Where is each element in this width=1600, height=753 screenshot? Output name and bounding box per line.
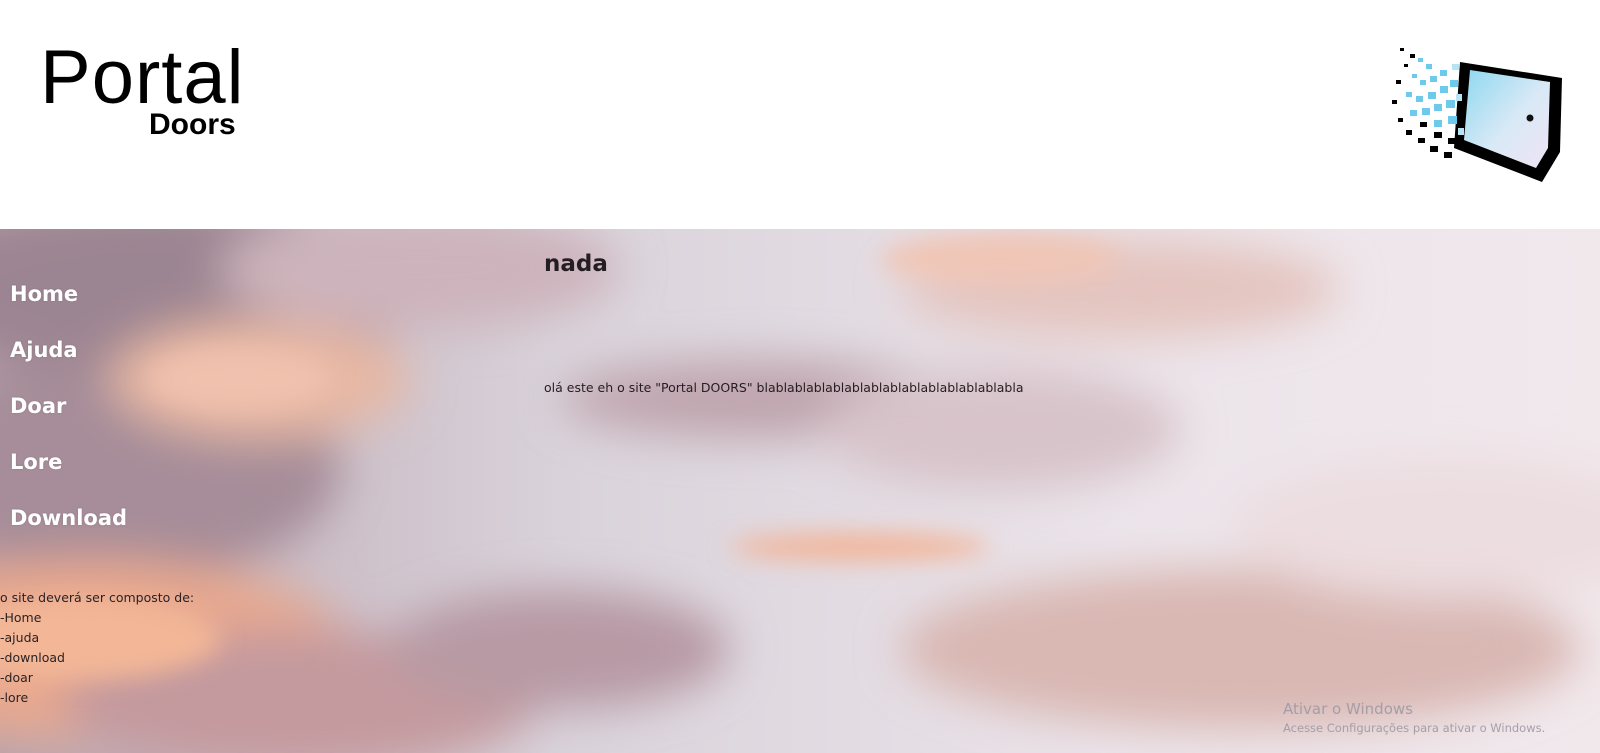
notes-intro: o site deverá ser composto de:: [0, 590, 195, 605]
site-header: Portal Doors: [0, 0, 1600, 229]
nav-link-lore[interactable]: Lore: [10, 449, 127, 505]
intro-paragraph: olá este eh o site "Portal DOORS" blabla…: [544, 379, 1024, 395]
main-area: Home Ajuda Doar Lore Download o site dev…: [0, 229, 1600, 753]
logo-text-portal: Portal: [40, 35, 245, 120]
nav-link-ajuda[interactable]: Ajuda: [10, 337, 127, 393]
sky-background-image: [0, 229, 1600, 753]
portal-doors-logo[interactable]: Portal Doors: [40, 40, 270, 150]
notes-line: -doar: [0, 670, 33, 685]
watermark-subtitle: Acesse Configurações para ativar o Windo…: [1283, 721, 1546, 735]
notes-line: -download: [0, 650, 65, 665]
logo-text-doors: Doors: [149, 108, 236, 141]
notes-line: -Home: [0, 610, 42, 625]
door-window-icon: [1390, 40, 1570, 185]
page-title: nada: [544, 251, 608, 277]
nav-link-download[interactable]: Download: [10, 505, 127, 561]
sidebar-nav: Home Ajuda Doar Lore Download: [10, 281, 127, 561]
notes-line: -ajuda: [0, 630, 40, 645]
windows-activation-watermark: Ativar o Windows Acesse Configurações pa…: [1283, 699, 1545, 737]
nav-link-doar[interactable]: Doar: [10, 393, 127, 449]
notes-line: -lore: [0, 690, 29, 705]
site-structure-notes: o site deverá ser composto de: -Home -aj…: [0, 588, 194, 708]
watermark-title: Ativar o Windows: [1283, 700, 1413, 718]
nav-link-home[interactable]: Home: [10, 281, 127, 337]
